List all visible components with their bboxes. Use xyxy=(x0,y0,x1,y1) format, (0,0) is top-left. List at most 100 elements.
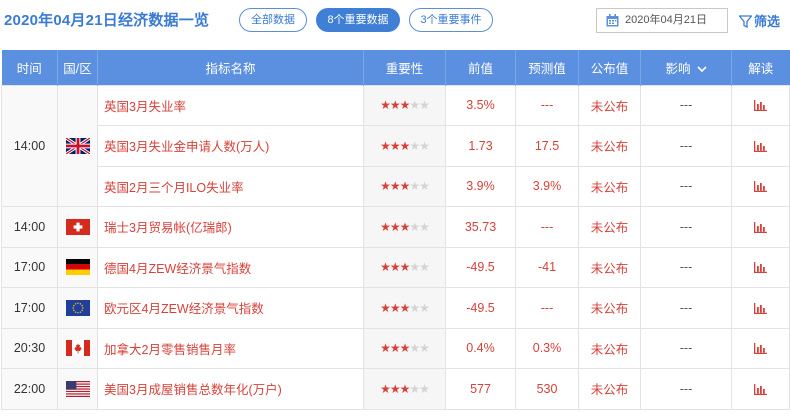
table-row[interactable]: 英国2月三个月ILO失业率 ★★★★★ 3.9% 3.9% 未公布 --- xyxy=(2,165,790,207)
star-icon: ★ xyxy=(409,219,420,234)
country-flag-cell xyxy=(57,246,98,288)
indicator-name[interactable]: 德国4月ZEW经济景气指数 xyxy=(97,246,364,288)
star-icon: ★ xyxy=(380,98,391,113)
importance-stars: ★★★★★ xyxy=(363,84,446,126)
switzerland-flag-icon xyxy=(65,218,90,235)
star-icon: ★ xyxy=(399,98,411,113)
table-row[interactable]: 22:00 美国3月成屋销售总数年化(万户) ★★★★★ 577 530 未公布 --- xyxy=(1,368,790,410)
column-header-indicator: 指标名称 xyxy=(97,50,364,85)
column-header-previous: 前值 xyxy=(445,50,516,85)
chart-bar-icon[interactable] xyxy=(754,343,767,355)
event-time: 17:00 xyxy=(1,246,58,288)
previous-value: -49.5 xyxy=(445,246,516,288)
star-icon: ★ xyxy=(419,138,430,153)
star-icon: ★ xyxy=(389,341,401,356)
importance-stars: ★★★★★ xyxy=(363,246,446,288)
table-row[interactable]: 17:00 德国4月ZEW经济景气指数 ★★★★★ -49.5 -41 未公布 --- xyxy=(1,246,790,288)
event-time: 20:30 xyxy=(1,327,58,369)
eu-flag-icon xyxy=(65,299,90,316)
star-icon: ★ xyxy=(409,260,420,275)
column-header-time: 时间 xyxy=(1,50,58,85)
table-row[interactable]: 17:00 欧元区4月ZEW经济景气指数 ★★★★★ -49.5 --- 未公布 --- xyxy=(1,287,790,329)
impact-value: --- xyxy=(640,206,732,248)
interpretation-cell[interactable] xyxy=(731,125,790,167)
interpretation-cell[interactable] xyxy=(731,246,790,288)
interpretation-cell[interactable] xyxy=(731,84,790,126)
filter-important-events-button[interactable]: 3个重要事件 xyxy=(409,8,493,32)
country-flag-cell xyxy=(57,327,98,369)
star-icon: ★ xyxy=(409,138,420,153)
indicator-name[interactable]: 英国3月失业率 xyxy=(97,84,364,126)
forecast-value: -41 xyxy=(515,246,579,288)
filter-button[interactable]: 筛选 xyxy=(738,11,780,30)
impact-value: --- xyxy=(640,246,732,288)
star-icon: ★ xyxy=(389,300,401,315)
indicator-name[interactable]: 欧元区4月ZEW经济景气指数 xyxy=(97,287,364,329)
chart-bar-icon[interactable] xyxy=(754,100,767,112)
star-icon: ★ xyxy=(380,179,391,194)
column-header-importance: 重要性 xyxy=(363,50,446,85)
date-value: 2020年04月21日 xyxy=(625,14,707,26)
calendar-icon xyxy=(606,14,619,27)
country-flag-cell xyxy=(57,206,98,248)
previous-value: 1.73 xyxy=(445,125,516,167)
filter-important-data-button[interactable]: 8个重要数据 xyxy=(316,8,400,32)
table-row[interactable]: 20:30 加拿大2月零售销售月率 ★★★★★ 0.4% 0.3% 未公布 --- xyxy=(1,327,790,369)
column-header-interpretation: 解读 xyxy=(731,50,790,85)
chart-bar-icon[interactable] xyxy=(754,383,767,395)
forecast-value: 0.3% xyxy=(515,327,579,369)
star-icon: ★ xyxy=(399,300,411,315)
column-header-forecast: 预测值 xyxy=(515,50,579,85)
chart-bar-icon[interactable] xyxy=(754,302,767,314)
star-icon: ★ xyxy=(399,138,411,153)
chart-bar-icon[interactable] xyxy=(754,262,767,274)
chart-bar-icon[interactable] xyxy=(754,221,767,233)
previous-value: -49.5 xyxy=(445,287,516,329)
importance-stars: ★★★★★ xyxy=(363,206,446,248)
actual-value: 未公布 xyxy=(578,165,641,207)
interpretation-cell[interactable] xyxy=(731,165,790,207)
filter-all-data-button[interactable]: 全部数据 xyxy=(239,8,307,32)
date-picker[interactable]: 2020年04月21日 xyxy=(596,8,728,33)
previous-value: 35.73 xyxy=(445,206,516,248)
previous-value: 577 xyxy=(445,368,516,410)
forecast-value: --- xyxy=(515,206,579,248)
star-icon: ★ xyxy=(419,179,430,194)
interpretation-cell[interactable] xyxy=(731,287,790,329)
star-icon: ★ xyxy=(380,138,391,153)
table-body: 14:00 英国3月失业率 ★★★★★ 3.5% --- 未公布 --- 英国3月失业金申请人… xyxy=(1,84,790,410)
interpretation-cell[interactable] xyxy=(731,206,790,248)
star-icon: ★ xyxy=(419,219,430,234)
column-header-impact[interactable]: 影响 xyxy=(640,50,732,85)
interpretation-cell[interactable] xyxy=(731,368,790,410)
table-row[interactable]: 14:00 瑞士3月贸易帐(亿瑞郎) ★★★★★ 35.73 --- 未公布 --- xyxy=(1,206,790,248)
importance-stars: ★★★★★ xyxy=(363,368,446,410)
star-icon: ★ xyxy=(380,341,391,356)
indicator-name[interactable]: 加拿大2月零售销售月率 xyxy=(97,327,364,369)
chart-bar-icon[interactable] xyxy=(754,181,767,193)
canada-flag-icon xyxy=(65,340,90,357)
previous-value: 0.4% xyxy=(445,327,516,369)
importance-stars: ★★★★★ xyxy=(363,287,446,329)
table-row[interactable]: 14:00 英国3月失业率 ★★★★★ 3.5% --- 未公布 --- xyxy=(1,84,790,207)
previous-value: 3.5% xyxy=(445,84,516,126)
star-icon: ★ xyxy=(399,381,411,396)
indicator-name[interactable]: 美国3月成屋销售总数年化(万户) xyxy=(97,368,364,410)
table-row[interactable]: 英国3月失业金申请人数(万人) ★★★★★ 1.73 17.5 未公布 --- xyxy=(2,125,790,167)
impact-value: --- xyxy=(640,368,732,410)
star-icon: ★ xyxy=(380,260,391,275)
economic-calendar-table: 时间 国/区 指标名称 重要性 前值 预测值 公布值 影响 解读 14:00 英国… xyxy=(1,50,790,410)
forecast-value: --- xyxy=(515,84,579,126)
interpretation-cell[interactable] xyxy=(731,327,790,369)
actual-value: 未公布 xyxy=(578,327,641,369)
uk-flag-icon xyxy=(65,137,90,154)
event-time: 14:00 xyxy=(1,206,58,248)
actual-value: 未公布 xyxy=(578,125,641,167)
indicator-name[interactable]: 英国3月失业金申请人数(万人) xyxy=(97,125,364,167)
star-icon: ★ xyxy=(409,98,420,113)
chart-bar-icon[interactable] xyxy=(754,140,767,152)
star-icon: ★ xyxy=(389,381,401,396)
indicator-name[interactable]: 瑞士3月贸易帐(亿瑞郎) xyxy=(97,206,364,248)
star-icon: ★ xyxy=(419,381,430,396)
indicator-name[interactable]: 英国2月三个月ILO失业率 xyxy=(97,165,364,207)
